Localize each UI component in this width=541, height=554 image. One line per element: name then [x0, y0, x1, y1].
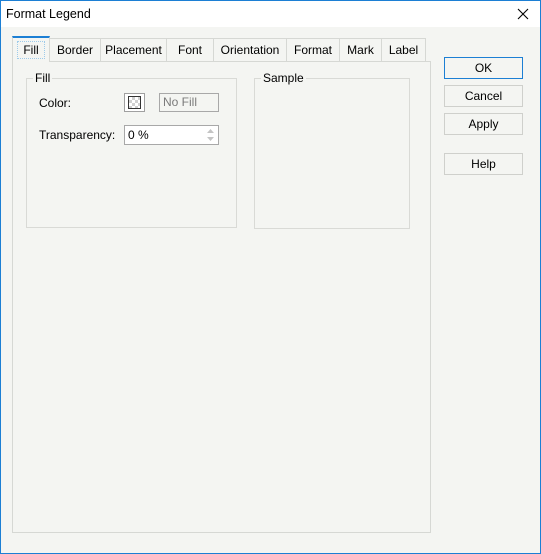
format-legend-dialog: Format Legend Fill Border Placement Font…: [0, 0, 541, 554]
tab-border[interactable]: Border: [50, 38, 101, 62]
chevron-down-icon: [207, 137, 214, 141]
tab-strip: Fill Border Placement Font Orientation F…: [12, 36, 426, 62]
tab-placement[interactable]: Placement: [101, 38, 167, 62]
cancel-button[interactable]: Cancel: [444, 85, 523, 107]
sample-group-legend: Sample: [261, 71, 306, 85]
help-button[interactable]: Help: [444, 153, 523, 175]
title-bar: Format Legend: [1, 1, 540, 27]
tab-orientation[interactable]: Orientation: [214, 38, 287, 62]
close-button[interactable]: [506, 1, 540, 27]
sample-groupbox: Sample: [254, 71, 410, 229]
tab-fill[interactable]: Fill: [12, 36, 50, 62]
transparency-value[interactable]: 0 %: [128, 128, 149, 142]
close-x-icon: [517, 8, 529, 20]
tab-mark[interactable]: Mark: [340, 38, 382, 62]
fill-groupbox: Fill Color: No Fill Transparency: 0 %: [26, 71, 237, 228]
tab-font[interactable]: Font: [167, 38, 214, 62]
spin-up-button[interactable]: [204, 127, 217, 135]
color-value-field: No Fill: [159, 93, 219, 112]
color-picker-button[interactable]: [124, 93, 145, 112]
transparency-label: Transparency:: [39, 128, 116, 142]
tab-label[interactable]: Label: [382, 38, 426, 62]
tab-format[interactable]: Format: [287, 38, 340, 62]
spinner-buttons: [204, 127, 217, 143]
chevron-up-icon: [207, 129, 214, 133]
ok-button[interactable]: OK: [444, 57, 523, 79]
fill-tab-panel: Fill Color: No Fill Transparency: 0 % Sa…: [12, 61, 431, 533]
color-label: Color:: [39, 96, 72, 110]
apply-button[interactable]: Apply: [444, 113, 523, 135]
transparent-checker-icon: [128, 96, 141, 109]
dialog-title: Format Legend: [6, 7, 91, 21]
spin-down-button[interactable]: [204, 135, 217, 143]
fill-group-legend: Fill: [33, 71, 53, 85]
transparency-spinner[interactable]: 0 %: [124, 125, 219, 145]
